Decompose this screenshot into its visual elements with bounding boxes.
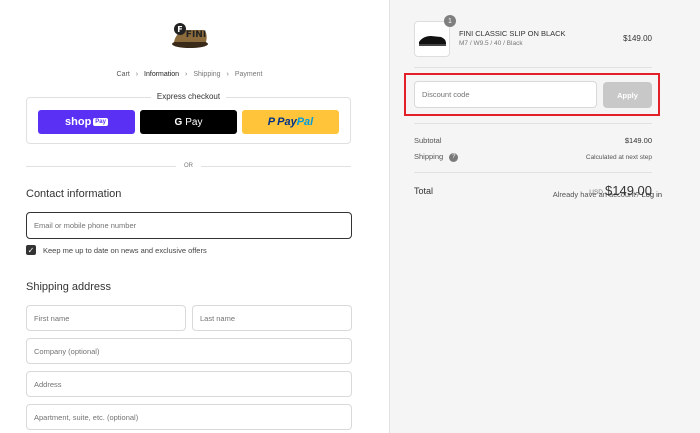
newsletter-checkbox[interactable]: ✓ (26, 245, 36, 255)
breadcrumb-information: Information (144, 71, 180, 78)
product-price: $149.00 (623, 34, 652, 43)
breadcrumb-cart[interactable]: Cart (117, 71, 130, 78)
last-name-field[interactable]: Last name (192, 305, 352, 331)
question-icon[interactable]: ? (449, 152, 459, 162)
fini-logo[interactable]: F FINI (170, 20, 210, 50)
total-currency: USD (589, 189, 603, 196)
email-placeholder: Email or mobile phone number (34, 221, 137, 230)
express-checkout: Express checkout shop Pay G Pay P Pay Pal (26, 92, 351, 144)
or-divider: OR (26, 161, 351, 171)
discount-placeholder: Discount code (422, 90, 470, 99)
company-field[interactable]: Company (optional) (26, 338, 352, 364)
summary-divider (414, 172, 652, 173)
check-icon: ✓ (27, 245, 35, 255)
apply-discount-button[interactable]: Apply (603, 82, 652, 108)
discount-code-input[interactable]: Discount code (414, 81, 597, 108)
chevron-right-icon: › (135, 71, 139, 78)
breadcrumb-payment: Payment (234, 71, 263, 78)
first-name-placeholder: First name (34, 313, 70, 323)
google-icon: G (174, 116, 183, 128)
summary-divider (414, 123, 652, 124)
contact-title: Contact information (26, 188, 122, 200)
product-thumbnail (414, 21, 450, 57)
last-name-placeholder: Last name (200, 313, 236, 323)
quantity-badge: 1 (444, 15, 456, 27)
shipping-title: Shipping address (26, 281, 112, 293)
address-placeholder: Address (34, 379, 62, 389)
or-text: OR (176, 161, 201, 171)
paypal-pay-text: Pay (277, 116, 297, 128)
svg-text:F: F (177, 25, 182, 34)
breadcrumb: Cart › Information › Shipping › Payment (0, 71, 379, 78)
breadcrumb-shipping: Shipping (193, 71, 221, 78)
shop-pay-badge: Pay (93, 118, 108, 126)
subtotal-value: $149.00 (624, 136, 652, 145)
chevron-right-icon: › (185, 71, 188, 78)
logo-text: FINI (186, 30, 206, 40)
email-field[interactable]: Email or mobile phone number (26, 212, 352, 239)
newsletter-label: Keep me up to date on news and exclusive… (43, 246, 207, 255)
subtotal-label: Subtotal (414, 136, 442, 145)
chevron-right-icon: › (226, 71, 229, 78)
product-variant: M7 / W9.5 / 40 / Black (459, 40, 523, 47)
express-checkout-title: Express checkout (150, 92, 227, 101)
google-pay-label: Pay (185, 116, 203, 128)
shop-pay-button[interactable]: shop Pay (38, 110, 135, 134)
company-placeholder: Company (optional) (34, 346, 100, 356)
first-name-field[interactable]: First name (26, 305, 186, 331)
paypal-pal-text: Pal (296, 116, 314, 128)
apartment-field[interactable]: Apartment, suite, etc. (optional) (26, 404, 352, 430)
summary-divider (414, 67, 652, 68)
shoe-icon (419, 36, 446, 46)
address-field[interactable]: Address (26, 371, 352, 397)
total-value: $149.00 (605, 183, 652, 198)
shop-pay-label: shop (65, 116, 92, 128)
product-name: FINI CLASSIC SLIP ON BLACK (459, 29, 566, 38)
google-pay-button[interactable]: G Pay (140, 110, 237, 134)
paypal-icon: P (267, 116, 276, 128)
shipping-label: Shipping (414, 152, 444, 161)
total-label: Total (414, 186, 434, 196)
apartment-placeholder: Apartment, suite, etc. (optional) (34, 412, 139, 422)
order-summary-panel (389, 0, 700, 433)
paypal-button[interactable]: P Pay Pal (242, 110, 339, 134)
shipping-row: Shipping ? (414, 152, 459, 162)
shipping-value: Calculated at next step (585, 154, 652, 161)
